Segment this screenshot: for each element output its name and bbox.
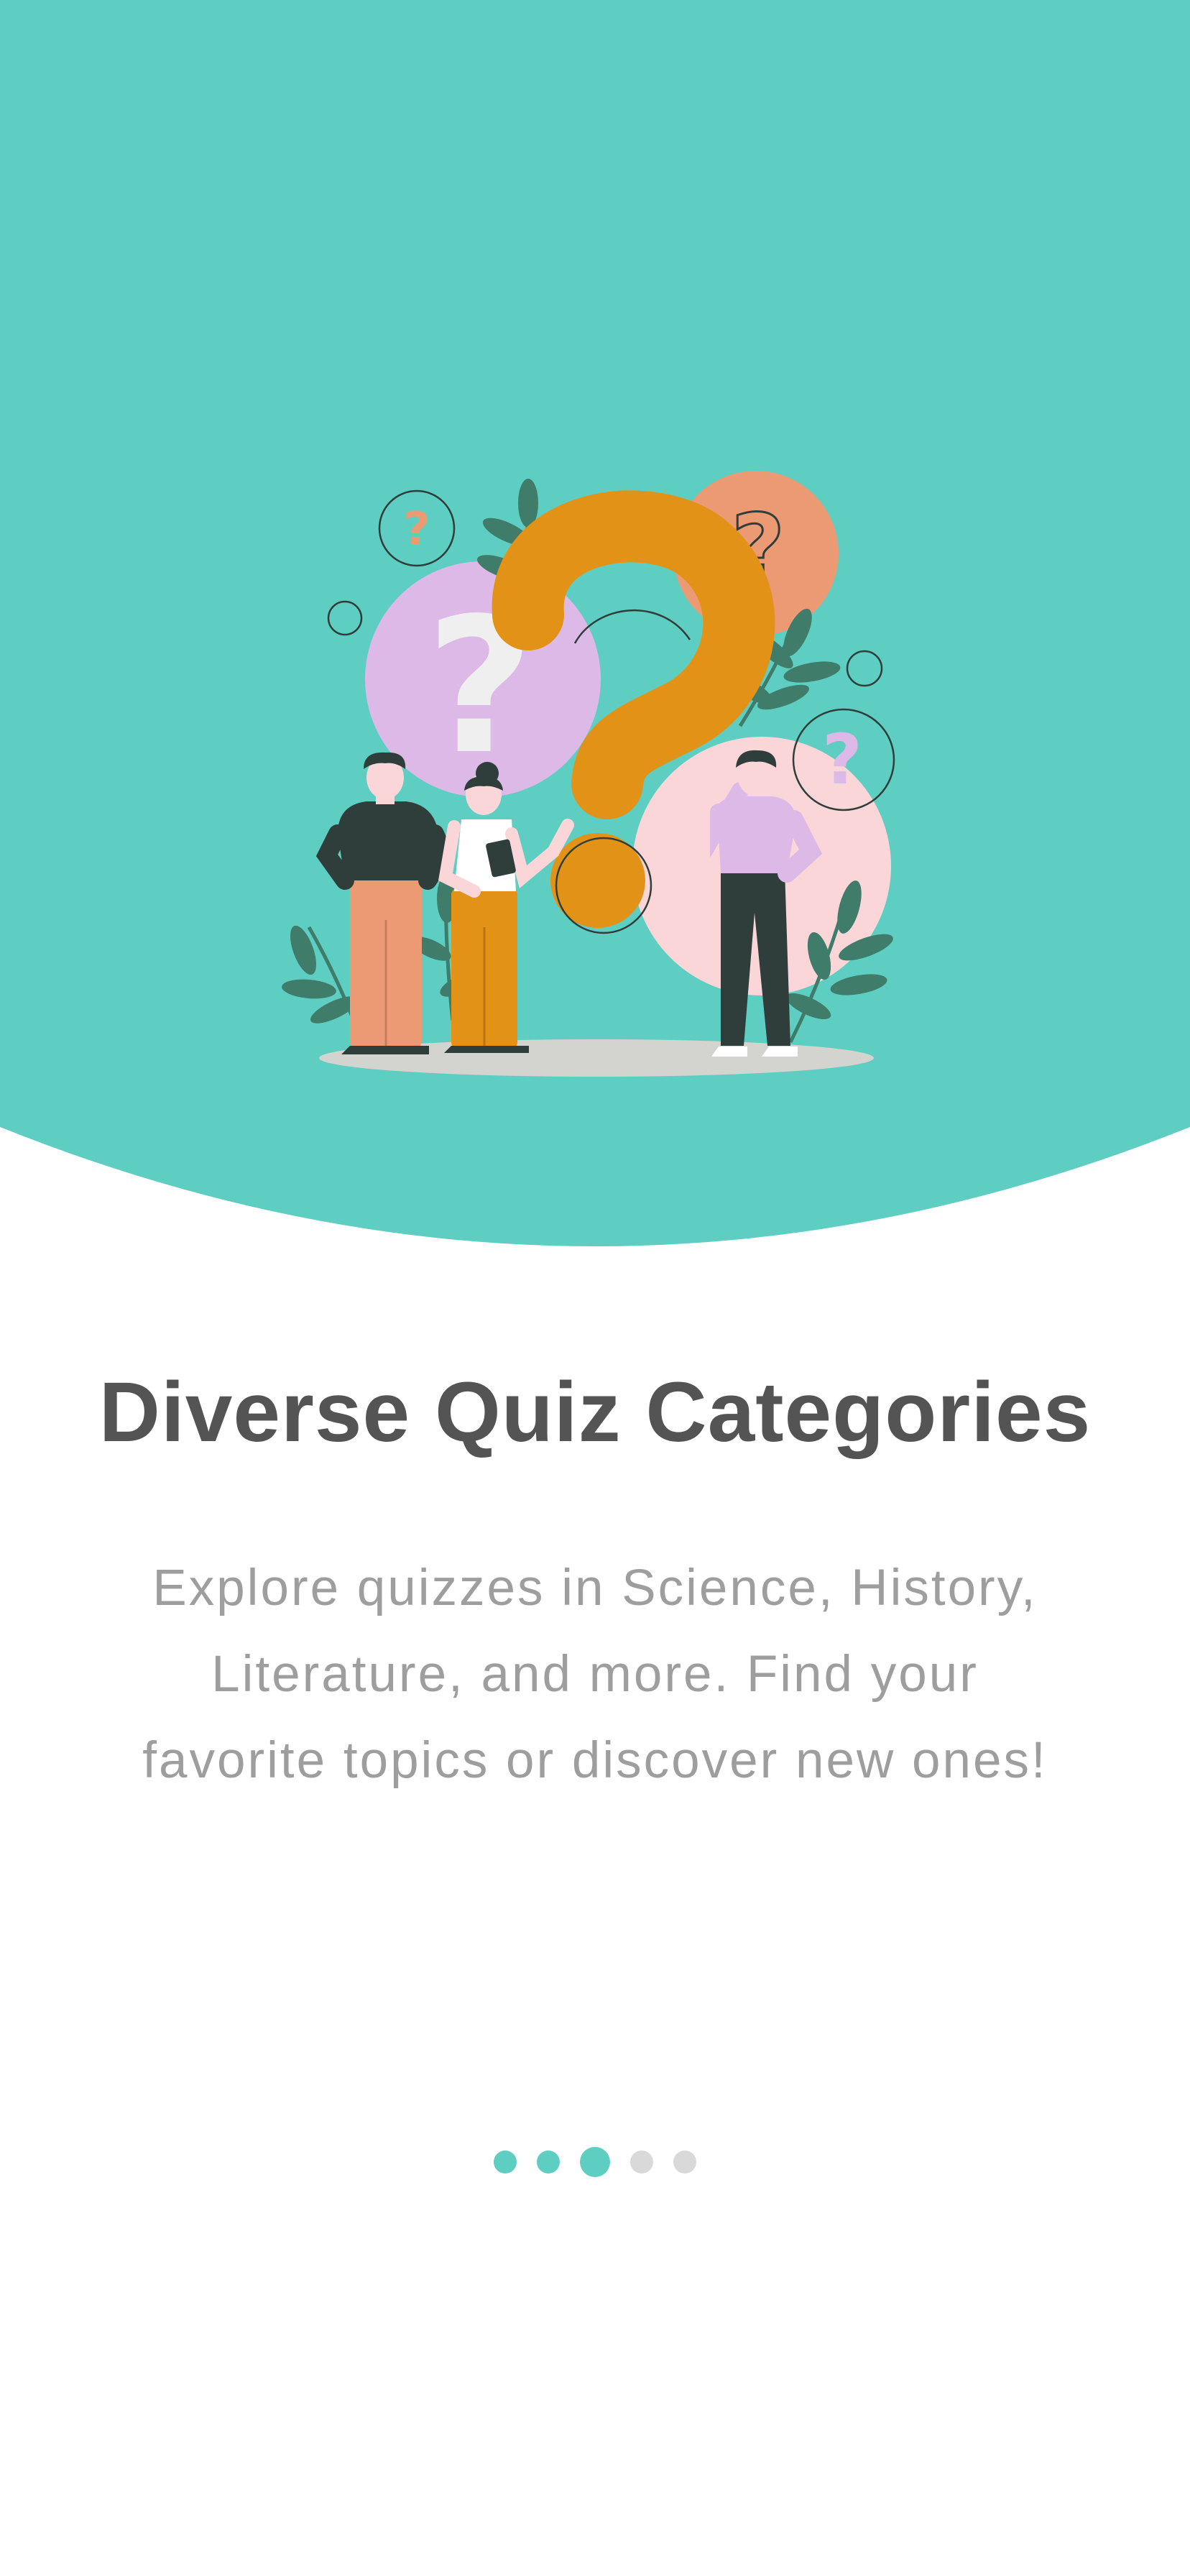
description-line: Literature, and more. Find your: [211, 1646, 979, 1703]
question-mark-lavender: ?: [822, 719, 862, 800]
person-middle: [438, 762, 574, 1053]
outline-circle: [846, 650, 883, 687]
page-dot-2[interactable]: [537, 2150, 560, 2174]
quiz-illustration: ? ? ? ?: [282, 471, 895, 1077]
onboarding-title: Diverse Quiz Categories: [98, 1365, 1092, 1460]
page-dot-5[interactable]: [673, 2150, 696, 2174]
description-line: favorite topics or discover new ones!: [142, 1732, 1048, 1789]
page-dot-1[interactable]: [494, 2150, 517, 2174]
question-mark-small-orange: ?: [403, 503, 430, 556]
outline-circle: [327, 600, 363, 636]
description-line: Explore quizzes in Science, History,: [152, 1560, 1038, 1616]
onboarding-description: Explore quizzes in Science, History, Lit…: [93, 1545, 1097, 1804]
page-dot-4[interactable]: [630, 2150, 653, 2174]
page-dot-3-active[interactable]: [580, 2147, 610, 2177]
page-indicator: [0, 2146, 1190, 2178]
